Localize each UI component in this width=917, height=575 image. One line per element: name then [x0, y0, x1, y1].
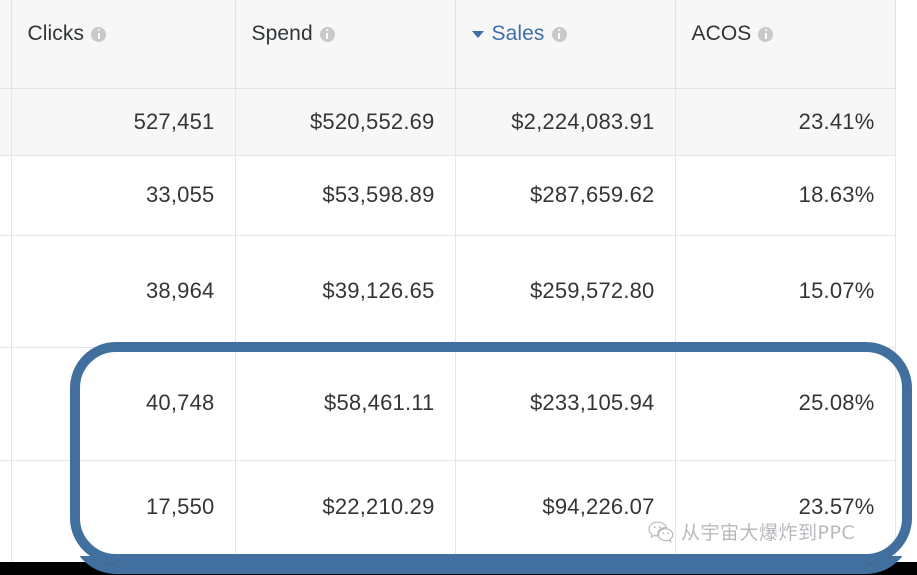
cell-acos: 25.08%	[675, 347, 895, 460]
watermark: 从宇宙大爆炸到PPC	[648, 518, 855, 545]
cell-value: $94,226.07	[476, 461, 655, 520]
cell-spend: $53,598.89	[235, 155, 455, 235]
cell-spend: $520,552.69	[235, 88, 455, 155]
metrics-table-container: Clicks Spend Sales	[0, 0, 917, 562]
cell-clicks: 17,550	[11, 460, 235, 562]
info-icon[interactable]	[320, 27, 335, 42]
cell-acos: 23.41%	[675, 88, 895, 155]
column-header-acos-label: ACOS	[692, 22, 752, 46]
cell-value: $520,552.69	[256, 89, 435, 135]
info-icon[interactable]	[552, 27, 567, 42]
cell-value: $287,659.62	[476, 156, 655, 208]
cell-clicks: 40,748	[11, 347, 235, 460]
cell-spend: $39,126.65	[235, 235, 455, 347]
table-row[interactable]: 33,055 $53,598.89 $287,659.62 18.63%	[0, 155, 895, 235]
row-gutter-cell	[0, 88, 11, 155]
column-header-spend-label: Spend	[252, 22, 313, 46]
cell-value: $2,224,083.91	[476, 89, 655, 135]
cell-acos: 23.57%	[675, 460, 895, 562]
cell-value: $259,572.80	[476, 236, 655, 304]
bottom-black-band	[0, 562, 917, 575]
row-gutter-cell	[0, 235, 11, 347]
cell-value: $53,598.89	[256, 156, 435, 208]
cell-value: $39,126.65	[256, 236, 435, 304]
cell-clicks: 527,451	[11, 88, 235, 155]
cell-value: 25.08%	[696, 348, 875, 416]
cell-sales: $233,105.94	[455, 347, 675, 460]
cell-sales: $94,226.07	[455, 460, 675, 562]
cell-value: $22,210.29	[256, 461, 435, 520]
header-gutter-cell	[0, 0, 11, 88]
cell-clicks: 33,055	[11, 155, 235, 235]
table-row[interactable]: 17,550 $22,210.29 $94,226.07 23.57%	[0, 460, 895, 562]
cell-value: 23.41%	[696, 89, 875, 135]
watermark-text: 从宇宙大爆炸到PPC	[681, 518, 855, 545]
cell-sales: $2,224,083.91	[455, 88, 675, 155]
column-header-acos[interactable]: ACOS	[675, 0, 895, 88]
info-icon[interactable]	[91, 27, 106, 42]
table-row[interactable]: 40,748 $58,461.11 $233,105.94 25.08%	[0, 347, 895, 460]
table-header: Clicks Spend Sales	[0, 0, 895, 88]
cell-value: 18.63%	[696, 156, 875, 208]
cell-value: 40,748	[32, 348, 215, 416]
column-header-spend[interactable]: Spend	[235, 0, 455, 88]
metrics-table: Clicks Spend Sales	[0, 0, 896, 563]
cell-value: 527,451	[32, 89, 215, 135]
table-row[interactable]: 38,964 $39,126.65 $259,572.80 15.07%	[0, 235, 895, 347]
caret-down-icon[interactable]	[472, 31, 484, 38]
cell-value: $58,461.11	[256, 348, 435, 416]
cell-value: 15.07%	[696, 236, 875, 304]
cell-value: 17,550	[32, 461, 215, 520]
column-header-clicks[interactable]: Clicks	[11, 0, 235, 88]
table-body: 527,451 $520,552.69 $2,224,083.91 23.41%…	[0, 88, 895, 562]
header-row: Clicks Spend Sales	[0, 0, 895, 88]
info-icon[interactable]	[758, 27, 773, 42]
cell-value: 38,964	[32, 236, 215, 304]
cell-acos: 18.63%	[675, 155, 895, 235]
cell-value: 23.57%	[696, 461, 875, 520]
row-gutter-cell	[0, 347, 11, 460]
column-header-sales[interactable]: Sales	[455, 0, 675, 88]
table-row-total[interactable]: 527,451 $520,552.69 $2,224,083.91 23.41%	[0, 88, 895, 155]
cell-sales: $259,572.80	[455, 235, 675, 347]
cell-sales: $287,659.62	[455, 155, 675, 235]
cell-spend: $22,210.29	[235, 460, 455, 562]
cell-acos: 15.07%	[675, 235, 895, 347]
cell-clicks: 38,964	[11, 235, 235, 347]
cell-value: $233,105.94	[476, 348, 655, 416]
cell-value: 33,055	[32, 156, 215, 208]
screenshot-root: Clicks Spend Sales	[0, 0, 917, 575]
wechat-icon	[648, 521, 674, 543]
cell-spend: $58,461.11	[235, 347, 455, 460]
row-gutter-cell	[0, 155, 11, 235]
column-header-clicks-label: Clicks	[28, 22, 85, 46]
row-gutter-cell	[0, 460, 11, 562]
column-header-sales-label: Sales	[492, 22, 545, 46]
